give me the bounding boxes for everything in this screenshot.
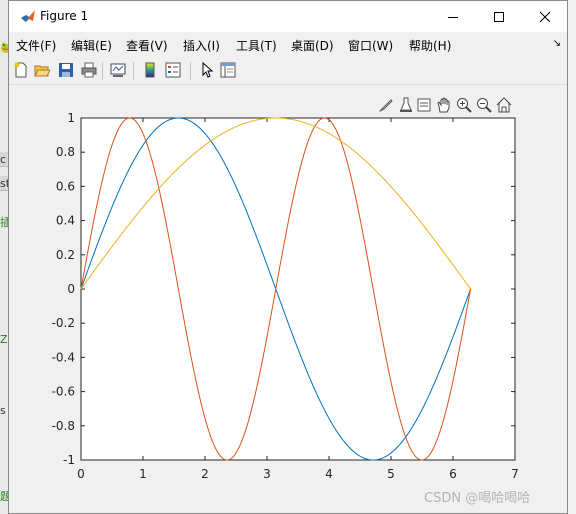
- y-tick-label: -1: [63, 453, 75, 467]
- axes-box: [80, 117, 516, 461]
- y-tick-label: -0.2: [52, 316, 75, 330]
- x-tick-label: 1: [139, 467, 147, 481]
- x-tick-label: 5: [387, 467, 395, 481]
- y-tick-label: -0.4: [52, 350, 75, 364]
- x-tick-label: 2: [201, 467, 209, 481]
- y-tick-label: 0: [67, 282, 75, 296]
- plot-area[interactable]: 0 1 2 3 4 5 6 7 -1 -0.8 -0.6 -0.4 -0.2 0 0.2 0.4 0.6 0.8…: [0, 0, 576, 514]
- csdn-watermark: CSDN @喝哈喝哈: [424, 491, 531, 506]
- y-tick-label: -0.6: [52, 385, 75, 399]
- x-tick-label: 6: [449, 467, 457, 481]
- x-tick-labels: 0 1 2 3 4 5 6 7: [77, 467, 519, 481]
- y-tick-label: 1: [67, 111, 75, 125]
- y-tick-label: 0.2: [56, 248, 75, 262]
- y-tick-labels: -1 -0.8 -0.6 -0.4 -0.2 0 0.2 0.4 0.6 0.8 1: [52, 111, 75, 467]
- x-tick-label: 4: [325, 467, 333, 481]
- x-tick-label: 0: [77, 467, 85, 481]
- y-tick-label: 0.6: [56, 179, 75, 193]
- y-tick-label: 0.4: [56, 214, 75, 228]
- y-tick-label: 0.8: [56, 145, 75, 159]
- x-tick-label: 7: [511, 467, 519, 481]
- x-tick-label: 3: [263, 467, 271, 481]
- y-tick-label: -0.8: [52, 419, 75, 433]
